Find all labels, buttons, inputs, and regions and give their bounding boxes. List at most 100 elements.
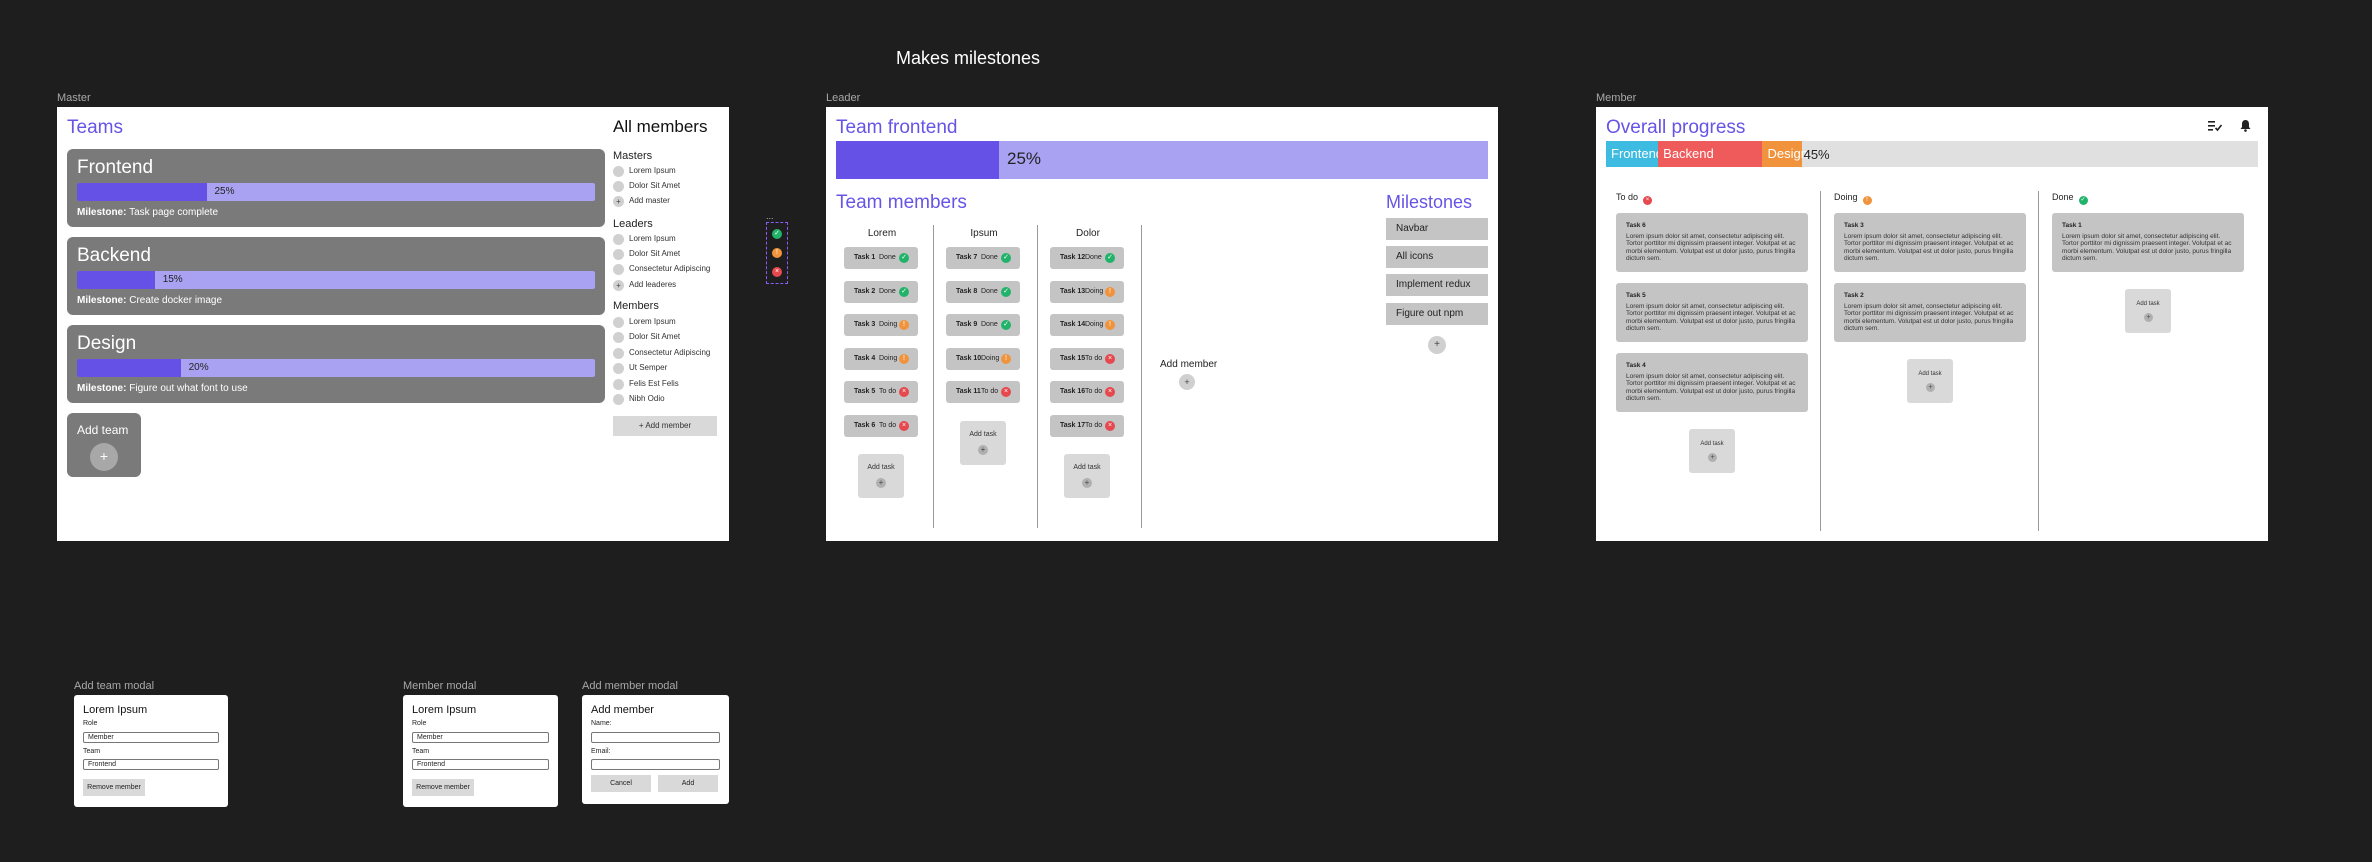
task-button[interactable]: Task 8 Done ✓ [946,280,1020,303]
modal-title: Lorem Ipsum [83,704,148,716]
milestone-item[interactable]: Navbar [1386,218,1488,240]
avatar [613,317,624,328]
task-card-body: Lorem ipsum dolor sit amet, consectetur … [1626,232,1796,263]
member-frame: Overall progress Frontend Backend Design… [1596,107,2268,541]
doing-status-icon: ! [1105,286,1115,297]
task-button[interactable]: Task 17 To do × [1050,414,1124,437]
add-team-button[interactable]: Add team + [67,413,141,477]
task-card[interactable]: Task 3 Lorem ipsum dolor sit amet, consec… [1834,213,2026,272]
task-status: To do [1085,388,1103,395]
team-progress-bar: 15% [77,271,595,289]
todo-status-icon: × [899,387,909,397]
remove-member-button[interactable]: Remove member [412,779,474,796]
add-milestone-plus-icon[interactable]: + [1428,336,1446,354]
task-card-body: Lorem ipsum dolor sit amet, consectetur … [2062,232,2232,263]
team-card-design[interactable]: Design 20% Milestone: Figure out what fo… [67,325,605,403]
task-status: To do [981,388,999,395]
task-button[interactable]: Task 2 Done ✓ [844,280,918,303]
task-name: Task 13 [1060,287,1086,295]
plus-icon: + [1082,478,1092,488]
task-button[interactable]: Task 10 Doing! [946,347,1020,370]
add-member-button[interactable]: + Add member [613,416,717,436]
todo-status-icon: × [1001,387,1011,397]
add-task-button[interactable]: Add task + [1907,359,1953,403]
add-task-button[interactable]: Add task + [1064,454,1110,498]
member-name: Nibh Odio [629,394,665,403]
member-name: Consectetur Adipiscing [629,348,711,357]
task-card[interactable]: Task 5 Lorem ipsum dolor sit amet, consec… [1616,283,1808,342]
task-list-icon[interactable] [2208,120,2222,132]
task-button[interactable]: Task 6 To do × [844,414,918,437]
task-button[interactable]: Task 16 To do × [1050,381,1124,403]
done-status-icon: ✓ [1001,286,1011,297]
task-button[interactable]: Task 12 Done ✓ [1050,247,1124,269]
frame-label-add-member-modal: Add member modal [582,680,678,692]
task-status: To do [1085,354,1103,362]
add-task-button[interactable]: Add task + [858,454,904,498]
kanban-column-header: To do × [1616,192,1653,205]
add-member-plus-icon[interactable]: + [1179,374,1195,390]
add-task-button[interactable]: Add task + [960,420,1006,465]
member-column-name: Lorem [867,228,897,239]
plus-icon: + [876,478,886,488]
milestone-item[interactable]: All icons [1386,246,1488,268]
task-card[interactable]: Task 2 Lorem ipsum dolor sit amet, consec… [1834,283,2026,342]
task-name: Task 1 [854,254,876,261]
milestone-item[interactable]: Figure out npm [1386,303,1488,325]
task-card[interactable]: Task 4 Lorem ipsum dolor sit amet, consec… [1616,353,1808,412]
plus-icon: + [978,444,988,455]
avatar [613,394,624,405]
task-name: Task 8 [956,287,978,295]
role-field[interactable]: Member [412,732,549,743]
cancel-button[interactable]: Cancel [591,775,651,792]
team-milestone: Milestone: Figure out what font to use [77,383,248,394]
task-button[interactable]: Task 11 To do × [946,381,1020,403]
done-status-icon: ✓ [1001,320,1011,330]
team-field[interactable]: Frontend [83,759,219,770]
add-button[interactable]: Add [658,775,718,792]
page-title: Makes milestones [896,48,1041,68]
add-task-button[interactable]: Add task + [1689,429,1735,473]
email-field[interactable] [591,759,720,770]
task-card[interactable]: Task 1 Lorem ipsum dolor sit amet, consec… [2052,213,2244,272]
task-button[interactable]: Task 14 Doing! [1050,314,1124,336]
member-name: Consectetur Adipiscing [629,264,711,273]
add-leaders-label: Add leaderes [629,280,677,289]
master-frame: Teams Frontend 25% Milestone: Task page … [57,107,729,541]
team-card-frontend[interactable]: Frontend 25% Milestone: Task page comple… [67,149,605,227]
task-name: Task 3 [854,321,876,328]
task-button[interactable]: Task 9 Done ✓ [946,314,1020,336]
plus-icon[interactable]: + [90,443,118,471]
segment-frontend: Frontend [1606,141,1663,167]
task-button[interactable]: Task 1 Done ✓ [844,247,918,269]
plus-icon: + [1926,383,1935,392]
task-name: Task 5 [854,388,876,395]
progress-fill [77,271,155,289]
task-name: Task 4 [854,354,876,362]
task-card[interactable]: Task 6 Lorem ipsum dolor sit amet, consec… [1616,213,1808,272]
milestone-text: Create docker image [129,295,223,306]
task-button[interactable]: Task 7 Done ✓ [946,247,1020,269]
member-column-name: Dolor [1076,228,1100,239]
overall-progress-label: 45% [1803,147,1830,162]
task-button[interactable]: Task 13 Doing! [1050,280,1124,303]
member-name: Lorem Ipsum [629,234,676,243]
bell-icon[interactable] [2240,119,2251,132]
all-members-title: All members [613,117,708,136]
remove-member-button[interactable]: Remove member [83,779,145,796]
milestone-label: Milestone: [77,295,127,306]
task-button[interactable]: Task 3 Doing! [844,314,918,336]
team-card-backend[interactable]: Backend 15% Milestone: Create docker ima… [67,237,605,315]
add-task-button[interactable]: Add task + [2125,289,2171,333]
role-field[interactable]: Member [83,732,219,743]
kanban-column-header: Done ✓ [2052,192,2088,205]
team-field[interactable]: Frontend [412,759,549,770]
task-button[interactable]: Task 15 To do × [1050,347,1124,370]
task-button[interactable]: Task 5 To do × [844,381,918,403]
name-field[interactable] [591,732,720,743]
members-heading: Members [613,300,659,312]
task-button[interactable]: Task 4 Doing! [844,347,918,370]
milestone-item[interactable]: Implement redux [1386,274,1488,296]
progress-label: 25% [1007,149,1042,168]
todo-status-icon: × [1105,420,1115,431]
